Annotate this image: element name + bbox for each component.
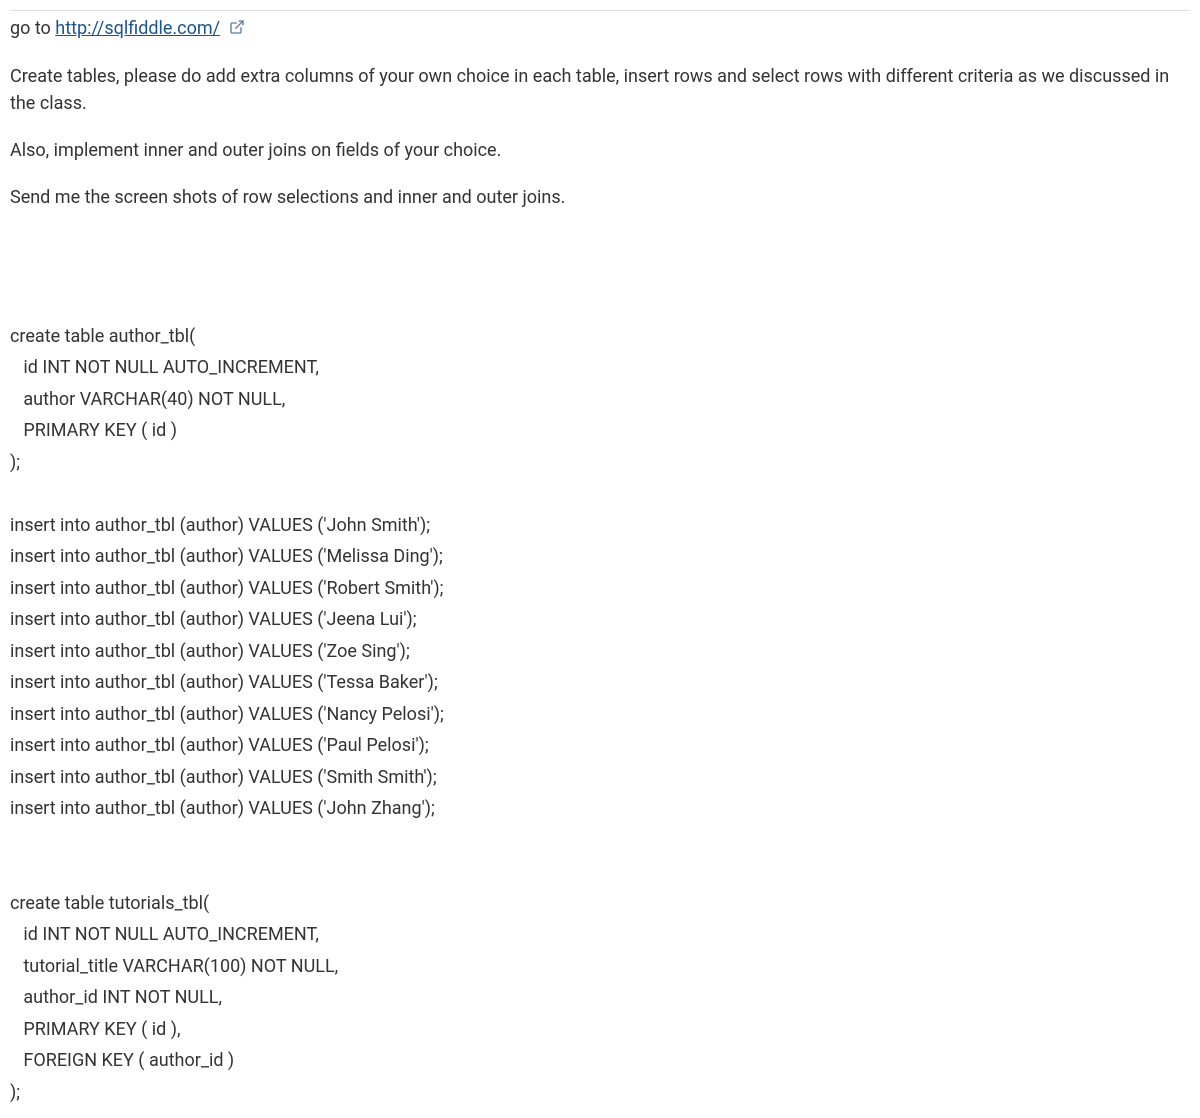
instruction-paragraph-3: Send me the screen shots of row selectio… [10,184,1190,211]
instruction-paragraph-1: Create tables, please do add extra colum… [10,63,1190,117]
sqlfiddle-link[interactable]: http://sqlfiddle.com/ [55,18,220,39]
intro-paragraph: go to http://sqlfiddle.com/ [10,15,1190,43]
external-link-icon [229,16,245,43]
intro-prefix: go to [10,18,55,39]
sql-code-block: create table author_tbl( id INT NOT NULL… [10,321,1190,1109]
document-content: go to http://sqlfiddle.com/ Create table… [10,10,1190,1108]
instruction-paragraph-2: Also, implement inner and outer joins on… [10,137,1190,164]
